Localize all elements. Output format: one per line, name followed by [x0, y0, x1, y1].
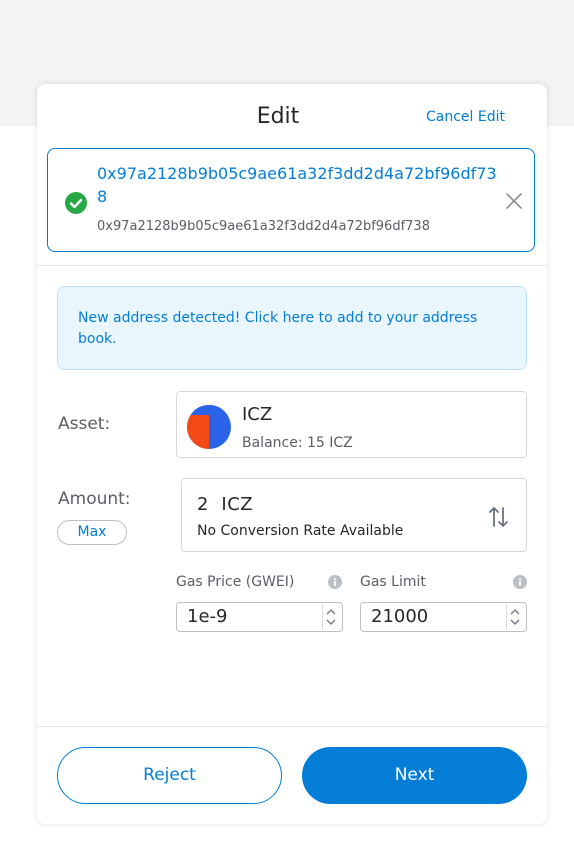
recipient-address: 0x97a2128b9b05c9ae61a32f3dd2d4a72bf96df7… — [97, 162, 502, 208]
check-circle-icon — [65, 192, 87, 214]
swap-arrows-icon[interactable] — [488, 504, 510, 530]
token-icon — [187, 405, 231, 449]
asset-balance: Balance: 15 ICZ — [242, 435, 353, 451]
max-button[interactable]: Max — [57, 520, 127, 545]
asset-name: ICZ — [242, 404, 273, 425]
amount-label: Amount: — [58, 489, 131, 509]
asset-selector[interactable]: ICZ Balance: 15 ICZ — [176, 391, 527, 458]
header-divider — [37, 265, 547, 266]
amount-input[interactable]: 2 ICZ No Conversion Rate Available — [181, 478, 527, 552]
gas-price-label: Gas Price (GWEI) — [176, 574, 295, 590]
amount-value: 2 ICZ — [197, 494, 254, 515]
send-card: Edit Cancel Edit 0x97a2128b9b05c9ae61a32… — [37, 84, 547, 824]
asset-label: Asset: — [58, 414, 111, 434]
info-icon[interactable] — [513, 575, 527, 589]
gas-limit-label: Gas Limit — [360, 574, 426, 590]
gas-price-input[interactable]: 1e-9 — [176, 602, 343, 632]
recipient-address-secondary: 0x97a2128b9b05c9ae61a32f3dd2d4a72bf96df7… — [97, 219, 430, 234]
footer-divider — [37, 726, 547, 727]
next-button[interactable]: Next — [302, 747, 527, 804]
reject-button[interactable]: Reject — [57, 747, 282, 804]
close-icon[interactable] — [506, 193, 522, 209]
gas-limit-value: 21000 — [371, 606, 429, 627]
new-address-notice[interactable]: New address detected! Click here to add … — [57, 286, 527, 370]
stepper-icon[interactable] — [506, 604, 524, 630]
recipient-address-box[interactable]: 0x97a2128b9b05c9ae61a32f3dd2d4a72bf96df7… — [47, 148, 535, 252]
cancel-edit-link[interactable]: Cancel Edit — [426, 109, 505, 125]
gas-limit-input[interactable]: 21000 — [360, 602, 527, 632]
gas-price-value: 1e-9 — [187, 606, 228, 627]
recipient-address-line2: 8 — [97, 187, 108, 206]
recipient-address-line1: 0x97a2128b9b05c9ae61a32f3dd2d4a72bf96df7… — [97, 164, 497, 183]
stepper-icon[interactable] — [322, 604, 340, 630]
info-icon[interactable] — [328, 575, 342, 589]
amount-conversion: No Conversion Rate Available — [197, 523, 404, 539]
